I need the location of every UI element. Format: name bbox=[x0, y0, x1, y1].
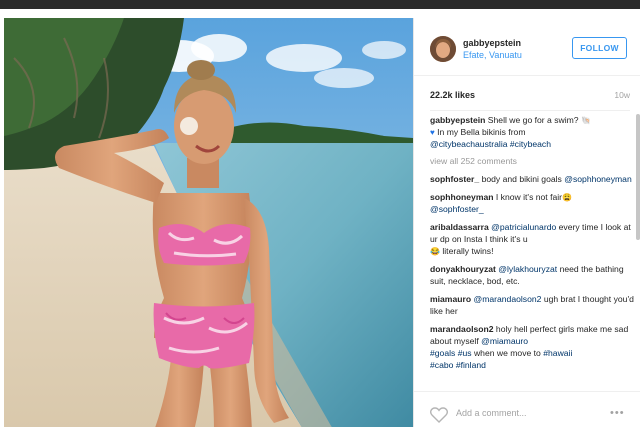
add-comment-input[interactable]: Add a comment... bbox=[456, 408, 527, 418]
post-side-panel: gabbyepstein Efate, Vanuatu FOLLOW 22.2k… bbox=[413, 18, 640, 427]
comment-username[interactable]: miamauro bbox=[430, 294, 471, 304]
heart-outline-icon[interactable] bbox=[430, 407, 448, 423]
comment-text-2: when we move to bbox=[471, 348, 544, 358]
beach-photo-image bbox=[4, 18, 413, 427]
comment-username[interactable]: donyakhouryzat bbox=[430, 264, 496, 274]
caption-hashtag[interactable]: #citybeach bbox=[510, 139, 551, 149]
avatar[interactable] bbox=[430, 36, 456, 62]
comment-hashtag[interactable]: #finland bbox=[456, 360, 486, 370]
ellipsis-icon[interactable]: ••• bbox=[610, 407, 625, 419]
shell-emoji-icon: 🐚 bbox=[580, 116, 591, 125]
comment-hashtag[interactable]: #cabo bbox=[430, 360, 453, 370]
comment-username[interactable]: aribaldassarra bbox=[430, 222, 489, 232]
avatar-image bbox=[430, 36, 456, 62]
post-window: gabbyepstein Efate, Vanuatu FOLLOW 22.2k… bbox=[0, 0, 640, 427]
list-item: miamauro @marandaolson2 ugh brat I thoug… bbox=[430, 293, 638, 317]
comment-mention[interactable]: @lylakhouryzat bbox=[498, 264, 557, 274]
comment-mention[interactable]: @marandaolson2 bbox=[473, 294, 541, 304]
comment-hashtag[interactable]: #hawaii bbox=[543, 348, 572, 358]
comment-text: body and bikini goals bbox=[479, 174, 565, 184]
post-meta: 22.2k likes 10w bbox=[430, 90, 630, 104]
grinning-face-emoji-icon: 😂 bbox=[430, 247, 440, 256]
comments-scrollbar[interactable] bbox=[636, 114, 640, 240]
comment-mention[interactable]: @sophhoneyman bbox=[564, 174, 632, 184]
caption-text-1: Shell we go for a swim? bbox=[485, 115, 579, 125]
comment-username[interactable]: sophhoneyman bbox=[430, 192, 494, 202]
comment-text-2: literally twins! bbox=[439, 246, 494, 256]
comments-list[interactable]: gabbyepstein Shell we go for a swim? 🐚 ♥… bbox=[430, 114, 638, 396]
location-link[interactable]: Efate, Vanuatu bbox=[463, 50, 522, 60]
caption: gabbyepstein Shell we go for a swim? 🐚 ♥… bbox=[430, 114, 638, 150]
comment-text: I know it's not fair bbox=[493, 192, 563, 202]
view-all-comments-link[interactable]: view all 252 comments bbox=[430, 156, 638, 166]
post-header: gabbyepstein Efate, Vanuatu FOLLOW bbox=[414, 18, 640, 76]
likes-count[interactable]: 22.2k likes bbox=[430, 90, 475, 100]
post-footer: Add a comment... ••• bbox=[414, 391, 640, 427]
list-item: sophhoneyman I know it's not fair😩 @soph… bbox=[430, 191, 638, 215]
follow-button[interactable]: FOLLOW bbox=[572, 37, 627, 59]
comment-mention[interactable]: @miamauro bbox=[481, 336, 528, 346]
comment-username[interactable]: marandaolson2 bbox=[430, 324, 494, 334]
sad-face-emoji-icon: 😩 bbox=[562, 193, 572, 202]
caption-text-2: In my Bella bikinis from bbox=[434, 127, 526, 137]
caption-mention[interactable]: @citybeachaustralia bbox=[430, 139, 508, 149]
comment-mention[interactable]: @sophfoster_ bbox=[430, 204, 484, 214]
comment-hashtag[interactable]: #us bbox=[458, 348, 472, 358]
list-item: aribaldassarra @patricialunardo every ti… bbox=[430, 221, 638, 257]
post-time[interactable]: 10w bbox=[614, 90, 630, 100]
comment-username[interactable]: sophfoster_ bbox=[430, 174, 479, 184]
divider bbox=[430, 110, 630, 111]
username-link[interactable]: gabbyepstein bbox=[463, 38, 521, 48]
list-item: donyakhouryzat @lylakhouryzat need the b… bbox=[430, 263, 638, 287]
post-photo[interactable] bbox=[4, 18, 413, 427]
comment-hashtag[interactable]: #goals bbox=[430, 348, 455, 358]
caption-username[interactable]: gabbyepstein bbox=[430, 115, 485, 125]
comment-mention[interactable]: @patricialunardo bbox=[491, 222, 556, 232]
heart-outline-icon-svg bbox=[430, 407, 448, 423]
list-item: sophfoster_ body and bikini goals @sophh… bbox=[430, 173, 638, 185]
list-item: marandaolson2 holy hell perfect girls ma… bbox=[430, 323, 638, 371]
